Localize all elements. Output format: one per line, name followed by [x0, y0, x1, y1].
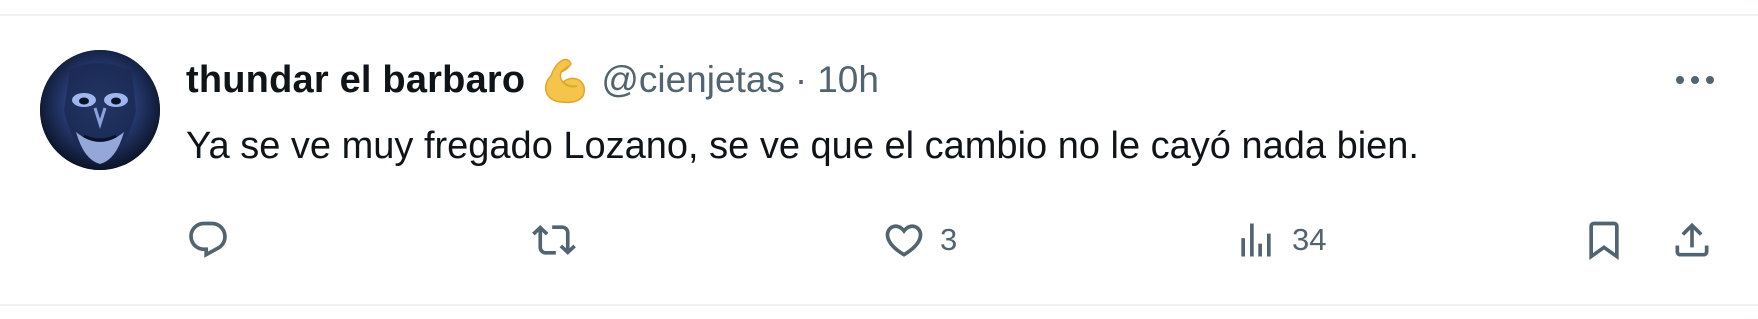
tweet-text: Ya se ve muy fregado Lozano, se ve que e…: [186, 125, 1419, 167]
timestamp[interactable]: 10h: [817, 59, 879, 101]
like-button[interactable]: 3: [882, 214, 957, 266]
reply-button[interactable]: [186, 214, 244, 266]
like-count: 3: [940, 222, 958, 257]
share-button[interactable]: [1670, 214, 1714, 266]
retweet-button[interactable]: [530, 214, 592, 266]
bookmark-button[interactable]: [1582, 214, 1626, 266]
heart-icon: [885, 224, 923, 257]
bottom-divider: [0, 304, 1758, 306]
retweet-icon: [532, 225, 576, 255]
views-count: 34: [1292, 222, 1327, 257]
views-button[interactable]: 34: [1234, 214, 1326, 266]
share-icon: [1675, 222, 1709, 257]
separator: ·: [794, 59, 808, 100]
views-icon: [1241, 223, 1271, 257]
author-handle[interactable]: @cienjetas: [601, 59, 785, 101]
more-options-button[interactable]: [1670, 62, 1720, 98]
reply-icon: [189, 221, 227, 258]
top-divider: [0, 14, 1758, 16]
author-display-name[interactable]: thundar el barbaro: [186, 59, 525, 102]
flexed-biceps-icon: [537, 54, 589, 106]
avatar[interactable]: [40, 50, 160, 170]
tweet-header: thundar el barbaro @cienjetas · 10h: [186, 54, 879, 106]
bookmark-icon: [1589, 221, 1619, 261]
more-icon: [1676, 76, 1714, 84]
